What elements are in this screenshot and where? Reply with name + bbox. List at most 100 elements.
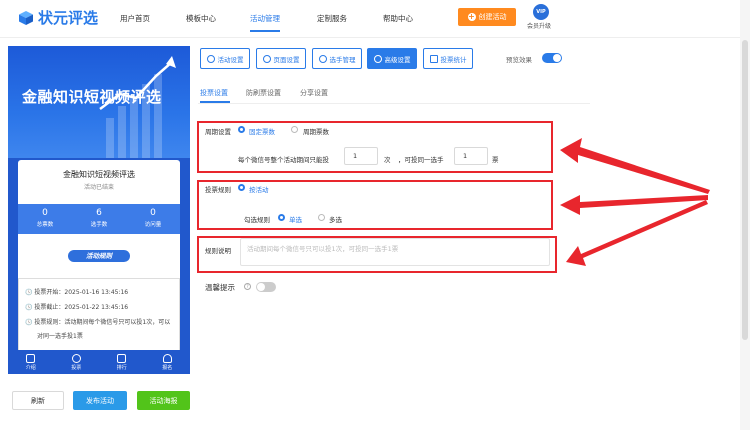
cycle-votes-label[interactable]: 周期票数 [303,126,329,136]
activity-rules-pill[interactable]: 活动规则 [68,250,130,262]
per-wechat-text: 每个微信号整个活动期间只能投 [238,156,329,164]
gear-icon [206,54,215,63]
preview-banner: 金融知识短视频评选 [8,46,190,158]
tab-label: 排行 [116,365,127,371]
preview-effect-toggle[interactable] [542,53,562,63]
tab-ranking[interactable]: 排行 [99,350,145,374]
vote-icon [71,354,81,363]
tip-label: 温馨提示 [205,283,235,292]
nav-item-home[interactable]: 用户首页 [120,13,150,24]
plus-icon: + [467,12,476,21]
app-root: 状元评选 用户首页 模板中心 活动管理 定制服务 帮助中心 + 创建活动 VIP… [0,0,750,430]
gear-icon [262,54,271,63]
activity-poster-button[interactable]: 活动海报 [137,391,190,410]
create-activity-label: 创建活动 [478,13,507,21]
user-icon [162,354,172,363]
tab-label: 介绍 [25,365,36,371]
vote-end-line: 🕓 投票截止：2025-01-22 13:45:16 [25,304,129,311]
stat-label: 访问量 [144,222,162,228]
mobile-preview: 金融知识短视频评选 金融知识短视频评选 活动已结束 0 总票数 6 选手数 0 … [8,46,190,374]
vote-rule-text: 投票规则：活动期间每个微信号只可以投1次，可以 [34,319,171,326]
nav-item-activity-management[interactable]: 活动管理 [250,13,280,24]
cycle-votes-radio[interactable] [291,126,298,133]
tab-label: 报名 [162,365,173,371]
stat-visits: 0 访问量 [126,204,180,234]
subtab-share-settings[interactable]: 分享设置 [300,88,328,98]
tab-label: 投票 [71,365,82,371]
stat-value: 0 [42,208,48,218]
rule-description-label: 规则说明 [205,247,231,255]
stats-bar: 0 总票数 6 选手数 0 访问量 [18,204,180,234]
nav-active-underline [250,30,280,32]
annotation-arrow-top [560,138,710,194]
vip-upgrade-label[interactable]: 会员升级 [527,21,551,30]
vote-start-line: 🕓 投票开始：2025-01-16 13:45:16 [25,289,129,296]
publish-activity-button[interactable]: 发布活动 [73,391,127,410]
document-icon [26,354,36,363]
create-activity-button[interactable]: + 创建活动 [458,8,516,26]
toolbar-label: 投票统计 [440,55,467,64]
tip-toggle[interactable] [256,282,276,292]
single-choice-radio[interactable] [278,214,285,221]
stat-player-count: 6 选手数 [72,204,126,234]
subtab-vote-settings[interactable]: 投票设置 [200,88,228,98]
banner-bar [106,118,114,158]
vip-icon[interactable]: VIP [533,4,549,20]
users-icon [318,54,327,63]
toolbar-label: 页面设置 [273,55,300,64]
by-activity-label[interactable]: 按活动 [249,184,269,194]
vote-statistics-button[interactable]: 投票统计 [423,48,473,69]
logo-text: 状元评选 [38,9,99,27]
tab-intro[interactable]: 介绍 [8,350,54,374]
stat-value: 6 [96,208,102,218]
rule-description-textarea[interactable]: 活动期间每个微信号只可以投1次，可投同一选手1票 [240,238,550,266]
help-icon[interactable]: ? [244,283,251,290]
sliders-icon [373,54,382,63]
per-wechat-unit: 次 [384,156,391,164]
toolbar-label: 高级设置 [384,55,411,64]
stat-label: 总票数 [36,222,54,228]
refresh-button[interactable]: 刷新 [12,391,64,410]
annotation-arrow-bottom [566,200,708,266]
toggle-knob [553,54,561,62]
per-wechat-votes-input[interactable]: 1 [344,147,378,165]
fixed-votes-label[interactable]: 固定票数 [249,126,275,136]
vote-rules-label: 投票规则 [205,186,231,194]
multi-choice-label[interactable]: 多选 [329,214,342,224]
preview-tabbar: 介绍 投票 排行 报名 [8,350,190,374]
multi-choice-radio[interactable] [318,214,325,221]
tab-signup[interactable]: 报名 [145,350,191,374]
advanced-settings-button[interactable]: 高级设置 [367,48,417,69]
player-management-button[interactable]: 选手管理 [312,48,362,69]
stat-total-votes: 0 总票数 [18,204,72,234]
toolbar-label: 选手管理 [329,55,356,64]
same-player-votes-input[interactable]: 1 [454,147,488,165]
vote-end-text: 投票截止：2025-01-22 13:45:16 [34,304,129,311]
scrollbar-thumb[interactable] [742,40,748,340]
annotation-arrow-middle [560,195,708,215]
top-nav: 状元评选 用户首页 模板中心 活动管理 定制服务 帮助中心 + 创建活动 VIP… [0,0,740,38]
subtab-divider [198,103,590,104]
subtab-anti-fraud-settings[interactable]: 防刷票设置 [246,88,281,98]
cube-logo-icon [19,10,33,25]
toggle-knob [257,283,265,291]
tab-vote[interactable]: 投票 [54,350,100,374]
card-title: 金融知识短视频评选 [63,170,135,179]
stat-label: 选手数 [90,222,108,228]
same-player-text: ，可投同一选手 [398,156,444,164]
banner-title: 金融知识短视频评选 [22,88,162,106]
stat-value: 0 [150,208,156,218]
activity-settings-button[interactable]: 活动设置 [200,48,250,69]
page-settings-button[interactable]: 页面设置 [256,48,306,69]
by-activity-radio[interactable] [238,184,245,191]
nav-item-templates[interactable]: 模板中心 [186,13,216,24]
nav-item-help-center[interactable]: 帮助中心 [383,13,413,24]
logo[interactable]: 状元评选 [18,7,98,28]
activity-status: 活动已结束 [83,184,114,191]
nav-item-custom-service[interactable]: 定制服务 [317,13,347,24]
fixed-votes-radio[interactable] [238,126,245,133]
vote-start-text: 投票开始：2025-01-16 13:45:16 [34,289,129,296]
bar-chart-icon [429,54,438,63]
single-choice-label[interactable]: 单选 [289,214,302,224]
vote-rule-text-cont: 对同一选手投1票 [37,333,83,340]
